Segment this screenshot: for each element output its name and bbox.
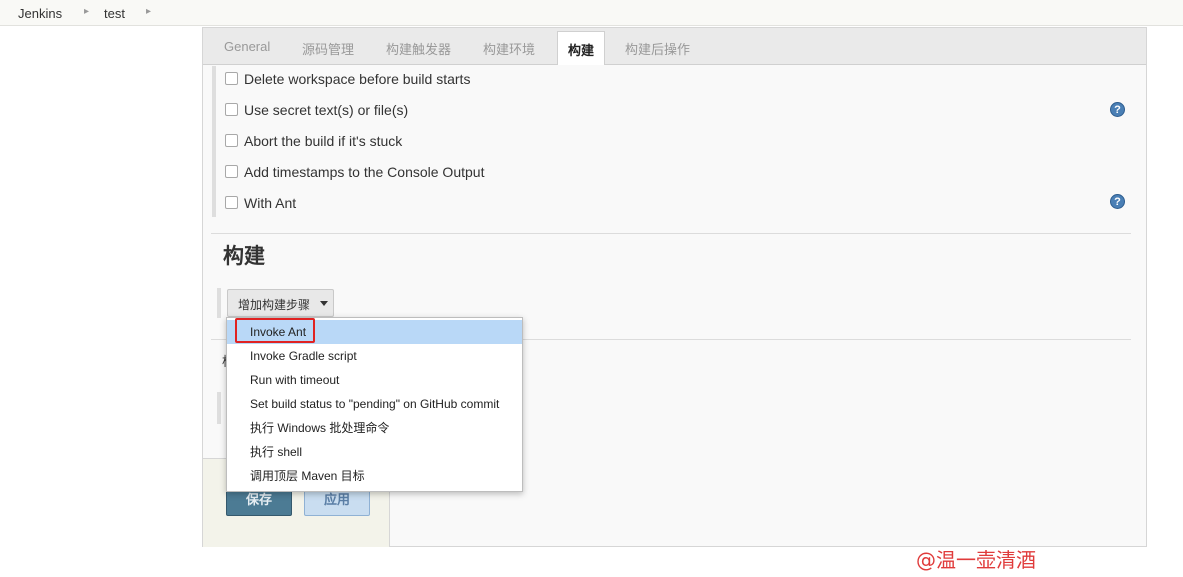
breadcrumb-chevron-icon[interactable]: ▸ [84,6,89,17]
add-build-step-menu: Invoke Ant Invoke Gradle script Run with… [226,317,523,492]
menu-item-maven-targets[interactable]: 调用顶层 Maven 目标 [227,464,522,488]
option-label: Abort the build if it's stuck [244,133,403,149]
checkbox[interactable] [225,196,238,209]
section-indicator-bar [217,288,221,318]
menu-item-windows-batch[interactable]: 执行 Windows 批处理命令 [227,416,522,440]
tab-build-triggers[interactable]: 构建触发器 [386,39,451,58]
option-label: Add timestamps to the Console Output [244,164,485,180]
tab-build[interactable]: 构建 [557,31,606,65]
tab-general[interactable]: General [224,39,270,54]
menu-item-run-with-timeout[interactable]: Run with timeout [227,368,522,392]
checkbox[interactable] [225,103,238,116]
tab-scm[interactable]: 源码管理 [302,39,354,58]
menu-item-shell[interactable]: 执行 shell [227,440,522,464]
checkbox[interactable] [225,72,238,85]
help-icon[interactable]: ? [1110,194,1125,209]
menu-item-label: 执行 shell [250,445,303,459]
tab-post-build[interactable]: 构建后操作 [625,39,690,58]
help-icon[interactable]: ? [1110,102,1125,117]
option-label: Use secret text(s) or file(s) [244,102,409,118]
menu-item-label: 执行 Windows 批处理命令 [250,421,390,435]
section-divider [211,233,1131,234]
section-indicator-bar [217,392,221,424]
add-build-step-button[interactable]: 增加构建步骤 [227,289,334,317]
config-tabbar: General 源码管理 构建触发器 构建环境 构建 构建后操作 [203,28,1146,65]
option-label: Delete workspace before build starts [244,71,471,87]
menu-item-github-pending-status[interactable]: Set build status to "pending" on GitHub … [227,392,522,416]
section-indicator-bar [212,66,216,217]
menu-item-label: Invoke Gradle script [250,349,357,363]
watermark: @温一壶清酒 [916,548,1036,572]
menu-item-invoke-gradle[interactable]: Invoke Gradle script [227,344,522,368]
breadcrumb-test[interactable]: test [104,6,125,21]
checkbox[interactable] [225,165,238,178]
breadcrumb: Jenkins ▸ test ▸ [0,0,1183,26]
menu-item-label: 调用顶层 Maven 目标 [250,469,365,483]
checkbox[interactable] [225,134,238,147]
add-build-step-label: 增加构建步骤 [238,298,311,312]
annotation-highlight-box [235,318,315,343]
tab-build-environment[interactable]: 构建环境 [483,39,535,58]
menu-item-label: Set build status to "pending" on GitHub … [250,397,500,411]
option-label: With Ant [244,195,297,211]
breadcrumb-chevron-icon[interactable]: ▸ [146,6,151,17]
menu-item-label: Run with timeout [250,373,340,387]
caret-down-icon [320,301,328,306]
breadcrumb-jenkins[interactable]: Jenkins [18,6,62,21]
section-title-build: 构建 [223,245,265,268]
